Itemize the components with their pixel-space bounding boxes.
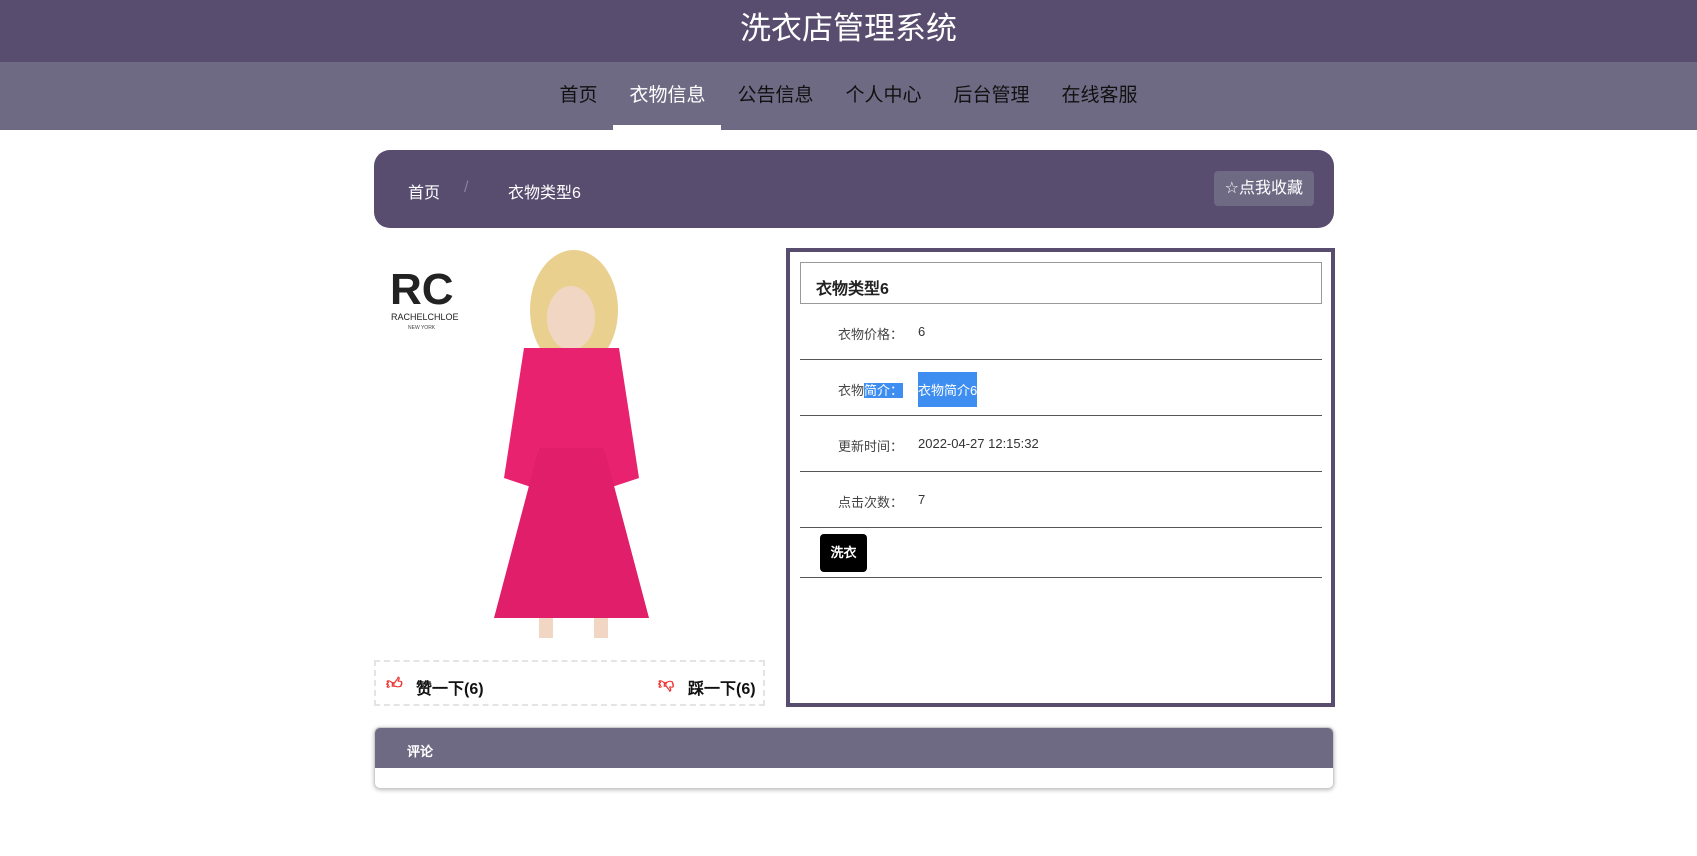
- detail-title: 衣物类型6: [800, 262, 1322, 304]
- nav-service[interactable]: 在线客服: [1046, 62, 1154, 130]
- star-icon: ☆: [1224, 180, 1239, 197]
- wash-button[interactable]: 洗衣: [820, 534, 867, 572]
- breadcrumb-home[interactable]: 首页: [408, 179, 440, 203]
- main-nav: 首页 衣物信息 公告信息 个人中心 后台管理 在线客服: [0, 62, 1697, 130]
- detail-row-updated: 更新时间： 2022-04-27 12:15:32: [800, 416, 1322, 472]
- detail-row-price: 衣物价格： 6: [800, 304, 1322, 360]
- detail-row-clicks: 点击次数： 7: [800, 472, 1322, 528]
- like-button[interactable]: 赞一下(6): [416, 675, 484, 699]
- row-label: 更新时间：: [838, 439, 904, 454]
- product-image: RC RACHELCHLOE NEW YORK: [374, 248, 765, 640]
- thumbs-down-icon[interactable]: 👎︎: [658, 675, 674, 694]
- row-label: 衣物简介：: [838, 383, 904, 398]
- nav-profile[interactable]: 个人中心: [830, 62, 938, 130]
- svg-text:RACHELCHLOE: RACHELCHLOE: [391, 312, 459, 322]
- site-title: 洗衣店管理系统: [740, 11, 957, 46]
- row-label: 衣物价格：: [838, 327, 904, 342]
- row-value: 6: [918, 324, 926, 339]
- breadcrumb-separator: /: [464, 179, 469, 196]
- brand-logo: RC: [390, 265, 454, 314]
- comments-header: 评论: [375, 728, 1333, 768]
- breadcrumb: 首页 / 衣物类型6 ☆点我收藏: [374, 150, 1334, 228]
- favorite-button[interactable]: ☆点我收藏: [1213, 171, 1314, 206]
- svg-text:NEW YORK: NEW YORK: [408, 325, 436, 331]
- nav-admin[interactable]: 后台管理: [938, 62, 1046, 130]
- detail-actions: 洗衣: [800, 528, 1322, 578]
- detail-panel: 衣物类型6 衣物价格： 6 衣物简介： 衣物简介6 更新时间： 2022-04-27 …: [786, 248, 1335, 707]
- row-value: 7: [918, 492, 926, 507]
- comments-panel: 评论: [374, 727, 1334, 789]
- row-label: 点击次数：: [838, 495, 904, 510]
- nav-clothes[interactable]: 衣物信息: [613, 62, 722, 130]
- dislike-button[interactable]: 踩一下(6): [688, 675, 756, 699]
- site-header: 洗衣店管理系统: [0, 0, 1697, 62]
- breadcrumb-current: 衣物类型6: [508, 185, 581, 202]
- favorite-label: 点我收藏: [1238, 180, 1303, 197]
- detail-row-intro: 衣物简介： 衣物简介6: [800, 360, 1322, 416]
- row-value: 2022-04-27 12:15:32: [918, 436, 1039, 451]
- nav-notice[interactable]: 公告信息: [721, 62, 829, 130]
- vote-bar: 👍︎ 赞一下(6) 👎︎ 踩一下(6): [374, 660, 765, 706]
- thumbs-up-icon[interactable]: 👍︎: [386, 675, 403, 694]
- row-value: 衣物简介6: [918, 372, 978, 407]
- nav-home[interactable]: 首页: [543, 62, 613, 130]
